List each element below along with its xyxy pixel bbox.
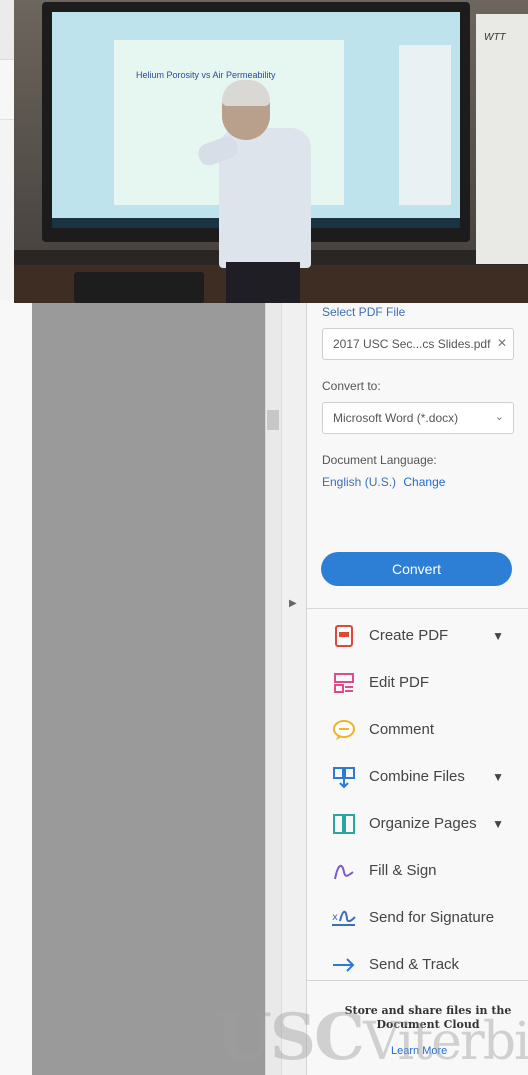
tool-create-pdf[interactable]: Create PDF ▼ [307, 612, 528, 659]
collapse-panel-icon[interactable]: ▶ [289, 598, 297, 609]
slide-title: Helium Porosity vs Air Permeability [136, 70, 276, 80]
combine-files-icon [331, 764, 357, 790]
tool-send-for-signature[interactable]: x Send for Signature [307, 894, 528, 941]
tool-label: Send for Signature [369, 909, 495, 926]
document-language-value: English (U.S.) [322, 475, 397, 489]
right-tools-panel: Select PDF File 2017 USC Sec...cs Slides… [307, 300, 528, 1075]
convert-format-select[interactable]: Microsoft Word (*.docx) ⌄ [322, 402, 514, 434]
tool-edit-pdf[interactable]: Edit PDF [307, 659, 528, 706]
projected-side-pane [399, 45, 451, 205]
chevron-down-icon[interactable]: ▼ [492, 629, 504, 643]
convert-button[interactable]: Convert [321, 552, 512, 586]
usc-viterbi-watermark: USCViterbi [216, 1000, 528, 1075]
organize-pages-icon [331, 811, 357, 837]
left-gutter [0, 300, 32, 1075]
document-language-row: English (U.S.) Change [322, 475, 445, 489]
tool-label: Edit PDF [369, 674, 430, 691]
tool-label: Organize Pages [369, 815, 477, 832]
comment-icon [331, 717, 357, 743]
send-signature-icon: x [331, 905, 357, 931]
watermark-usc: USC [216, 1000, 365, 1075]
whiteboard-text: WTT [484, 32, 506, 43]
chevron-down-icon[interactable]: ▼ [492, 817, 504, 831]
watermark-viterbi: Viterbi [362, 1012, 528, 1072]
fill-sign-icon [331, 858, 357, 884]
document-view[interactable] [32, 300, 265, 1075]
tool-label: Comment [369, 721, 435, 738]
panel-divider [281, 300, 307, 1075]
divider [307, 608, 528, 609]
chevron-down-icon: ⌄ [494, 411, 504, 423]
tool-label: Fill & Sign [369, 862, 437, 879]
tool-comment[interactable]: Comment [307, 706, 528, 753]
tool-label: Create PDF [369, 627, 449, 644]
send-track-icon [331, 952, 357, 978]
video-overlay: Helium Porosity vs Air Permeability WTT [14, 0, 528, 303]
acrobat-window: ▶ Select PDF File 2017 USC Sec...cs Slid… [0, 0, 528, 1075]
create-pdf-icon [331, 623, 357, 649]
tool-combine-files[interactable]: Combine Files ▼ [307, 753, 528, 800]
monitor [74, 272, 204, 303]
presenter-legs [226, 262, 300, 303]
scrollbar-thumb[interactable] [267, 410, 279, 430]
change-language-link[interactable]: Change [403, 475, 445, 489]
tool-organize-pages[interactable]: Organize Pages ▼ [307, 800, 528, 847]
document-language-label: Document Language: [322, 453, 437, 467]
convert-to-label: Convert to: [322, 379, 381, 393]
chevron-down-icon[interactable]: ▼ [492, 770, 504, 784]
svg-text:x: x [332, 912, 338, 923]
tool-label: Send & Track [369, 956, 460, 973]
clear-file-icon[interactable]: ✕ [497, 336, 507, 350]
selected-file-name: 2017 USC Sec...cs Slides.pdf [333, 337, 491, 351]
divider [307, 980, 528, 981]
edit-pdf-icon [331, 670, 357, 696]
tools-list: Create PDF ▼ Edit PDF Comment Combine Fi… [307, 612, 528, 988]
tool-label: Combine Files [369, 768, 465, 785]
convert-format-value: Microsoft Word (*.docx) [333, 411, 459, 425]
tool-fill-sign[interactable]: Fill & Sign [307, 847, 528, 894]
selected-file-field[interactable]: 2017 USC Sec...cs Slides.pdf ✕ [322, 328, 514, 360]
whiteboard [476, 14, 528, 264]
select-file-label: Select PDF File [322, 305, 406, 319]
